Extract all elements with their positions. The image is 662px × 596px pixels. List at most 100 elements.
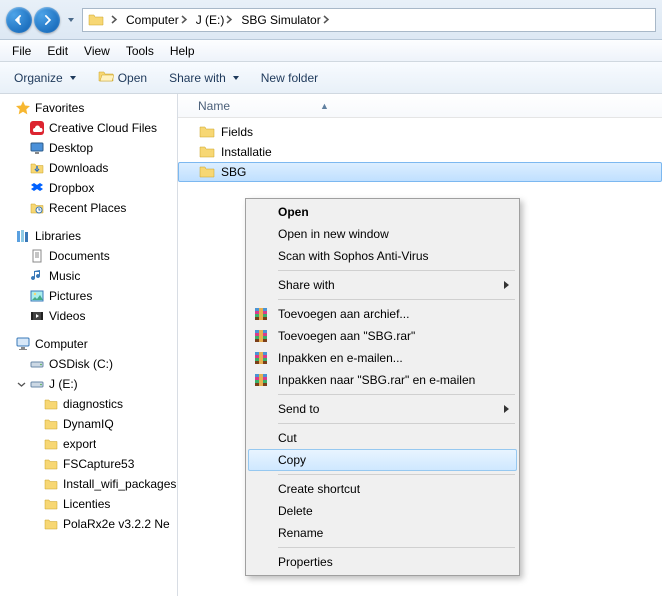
folder-icon xyxy=(42,475,60,493)
drive-icon xyxy=(28,355,46,373)
breadcrumb-drive[interactable]: J (E:) xyxy=(192,9,238,31)
expander-icon[interactable] xyxy=(0,229,14,243)
expander-icon[interactable] xyxy=(28,457,42,471)
libraries-node[interactable]: Libraries xyxy=(0,226,177,246)
folder-icon xyxy=(42,435,60,453)
expander-icon[interactable] xyxy=(0,101,14,115)
submenu-arrow-icon xyxy=(504,281,509,289)
breadcrumb-computer[interactable]: Computer xyxy=(122,9,192,31)
menu-edit[interactable]: Edit xyxy=(39,42,76,60)
downloads-icon xyxy=(28,159,46,177)
winrar-icon xyxy=(252,327,270,345)
drive-j[interactable]: J (E:) xyxy=(0,374,177,394)
expander-icon[interactable] xyxy=(28,497,42,511)
separator xyxy=(278,299,515,300)
expander-icon[interactable] xyxy=(14,357,28,371)
cm-rar-add[interactable]: Toevoegen aan archief... xyxy=(248,303,517,325)
new-folder-button[interactable]: New folder xyxy=(255,68,324,88)
menu-file[interactable]: File xyxy=(4,42,39,60)
separator xyxy=(278,547,515,548)
cm-rar-email-sbg[interactable]: Inpakken naar "SBG.rar" en e-mailen xyxy=(248,369,517,391)
cm-rename[interactable]: Rename xyxy=(248,522,517,544)
cm-scan-sophos[interactable]: Scan with Sophos Anti-Virus xyxy=(248,245,517,267)
drive-c[interactable]: OSDisk (C:) xyxy=(0,354,177,374)
cm-delete[interactable]: Delete xyxy=(248,500,517,522)
separator xyxy=(278,394,515,395)
expander-icon[interactable] xyxy=(14,249,28,263)
breadcrumb-arrow[interactable] xyxy=(107,9,122,31)
cm-properties[interactable]: Properties xyxy=(248,551,517,573)
forward-button[interactable] xyxy=(34,7,60,33)
j-folder[interactable]: diagnostics xyxy=(0,394,177,414)
desktop-icon xyxy=(28,139,46,157)
menubar: File Edit View Tools Help xyxy=(0,40,662,62)
folder-item[interactable]: Installatie xyxy=(178,142,662,162)
winrar-icon xyxy=(252,349,270,367)
expander-icon[interactable] xyxy=(14,269,28,283)
menu-tools[interactable]: Tools xyxy=(118,42,162,60)
favorites-downloads[interactable]: Downloads xyxy=(0,158,177,178)
favorites-node[interactable]: Favorites xyxy=(0,98,177,118)
folder-item-selected[interactable]: SBG xyxy=(178,162,662,182)
folder-icon xyxy=(42,515,60,533)
library-music[interactable]: Music xyxy=(0,266,177,286)
cm-send-to[interactable]: Send to xyxy=(248,398,517,420)
library-pictures[interactable]: Pictures xyxy=(0,286,177,306)
folder-icon xyxy=(42,415,60,433)
j-folder[interactable]: PolaRx2e v3.2.2 Ne xyxy=(0,514,177,534)
j-folder[interactable]: FSCapture53 xyxy=(0,454,177,474)
toolbar: Organize Open Share with New folder xyxy=(0,62,662,94)
cm-create-shortcut[interactable]: Create shortcut xyxy=(248,478,517,500)
videos-icon xyxy=(28,307,46,325)
folder-icon xyxy=(198,123,216,141)
cm-rar-email[interactable]: Inpakken en e-mailen... xyxy=(248,347,517,369)
titlebar: Computer J (E:) SBG Simulator xyxy=(0,0,662,40)
computer-icon xyxy=(14,335,32,353)
expander-icon[interactable] xyxy=(14,289,28,303)
folder-item[interactable]: Fields xyxy=(178,122,662,142)
sort-ascending-icon: ▲ xyxy=(320,101,329,111)
expander-icon[interactable] xyxy=(28,397,42,411)
j-folder[interactable]: Install_wifi_packages xyxy=(0,474,177,494)
j-folder[interactable]: Licenties xyxy=(0,494,177,514)
j-folder[interactable]: DynamIQ xyxy=(0,414,177,434)
favorites-recent[interactable]: Recent Places xyxy=(0,198,177,218)
music-icon xyxy=(28,267,46,285)
column-header-name[interactable]: Name ▲ xyxy=(178,94,662,118)
breadcrumb-folder[interactable]: SBG Simulator xyxy=(237,9,333,31)
expander-icon[interactable] xyxy=(28,477,42,491)
expander-icon[interactable] xyxy=(0,337,14,351)
library-videos[interactable]: Videos xyxy=(0,306,177,326)
expander-icon[interactable] xyxy=(28,437,42,451)
folder-icon xyxy=(87,11,105,29)
open-folder-icon xyxy=(98,68,114,87)
nav-history-dropdown[interactable] xyxy=(62,7,76,33)
cm-open-new-window[interactable]: Open in new window xyxy=(248,223,517,245)
menu-view[interactable]: View xyxy=(76,42,118,60)
expander-icon[interactable] xyxy=(14,309,28,323)
computer-node[interactable]: Computer xyxy=(0,334,177,354)
favorites-dropbox[interactable]: Dropbox xyxy=(0,178,177,198)
favorites-desktop[interactable]: Desktop xyxy=(0,138,177,158)
cm-share-with[interactable]: Share with xyxy=(248,274,517,296)
cm-copy[interactable]: Copy xyxy=(248,449,517,471)
expander-open-icon[interactable] xyxy=(14,377,28,391)
expander-icon[interactable] xyxy=(28,417,42,431)
back-button[interactable] xyxy=(6,7,32,33)
folder-icon xyxy=(42,495,60,513)
folder-icon xyxy=(198,163,216,181)
cm-open[interactable]: Open xyxy=(248,201,517,223)
cm-cut[interactable]: Cut xyxy=(248,427,517,449)
open-button[interactable]: Open xyxy=(92,65,153,90)
expander-icon[interactable] xyxy=(28,517,42,531)
libraries-icon xyxy=(14,227,32,245)
j-folder[interactable]: export xyxy=(0,434,177,454)
cm-rar-add-sbg[interactable]: Toevoegen aan "SBG.rar" xyxy=(248,325,517,347)
library-documents[interactable]: Documents xyxy=(0,246,177,266)
menu-help[interactable]: Help xyxy=(162,42,203,60)
organize-button[interactable]: Organize xyxy=(8,68,82,88)
documents-icon xyxy=(28,247,46,265)
address-bar[interactable]: Computer J (E:) SBG Simulator xyxy=(82,8,656,32)
favorites-creative-cloud[interactable]: Creative Cloud Files xyxy=(0,118,177,138)
share-with-button[interactable]: Share with xyxy=(163,68,245,88)
